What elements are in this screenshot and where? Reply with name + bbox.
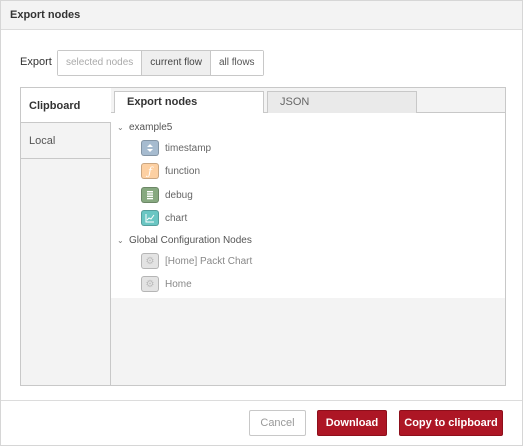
export-scope-selector: selected nodes current flow all flows [57,50,264,76]
node-label: [Home] Packt Chart [165,255,253,267]
list-icon [141,187,159,203]
config-label: Global Configuration Nodes [129,235,252,246]
dialog-titlebar: Export nodes [1,1,522,30]
node-label: chart [165,212,188,224]
copy-to-clipboard-button[interactable]: Copy to clipboard [399,410,503,436]
download-button[interactable]: Download [317,410,387,436]
chart-icon [141,210,159,226]
export-label: Export [20,56,52,68]
sidetab-clipboard[interactable]: Clipboard [21,88,111,123]
chevron-down-icon[interactable]: ⌄ [117,118,124,138]
tree-node-timestamp[interactable]: timestamp [141,139,211,157]
export-all-flows-option[interactable]: all flows [210,51,263,75]
export-view-tabs: Export nodes JSON [111,88,505,114]
tree-node-function[interactable]: ƒ function [141,162,200,180]
tree-flow-row[interactable]: ⌄ example5 [111,118,505,138]
tree-node-config-packt-chart[interactable]: ⚙ [Home] Packt Chart [141,252,252,270]
tab-json[interactable]: JSON [267,91,417,113]
dialog-footer: Cancel Download Copy to clipboard [1,400,522,445]
tree-node-chart[interactable]: chart [141,209,187,227]
export-selected-nodes-option[interactable]: selected nodes [58,51,143,75]
sidetab-local[interactable]: Local [21,123,110,159]
node-label: debug [165,189,193,201]
gear-icon: ⚙ [141,253,159,269]
node-tree: ⌄ example5 timestamp ƒ function debug ch… [111,113,505,298]
export-current-flow-option[interactable]: current flow [142,51,211,75]
tree-node-config-home[interactable]: ⚙ Home [141,275,192,293]
tab-export-nodes[interactable]: Export nodes [114,91,264,114]
flow-label: example5 [129,122,173,133]
node-label: Home [165,278,192,290]
tree-node-debug[interactable]: debug [141,186,193,204]
arrows-icon [141,140,159,156]
dialog-title: Export nodes [10,9,81,21]
function-icon: ƒ [141,163,159,179]
cancel-button[interactable]: Cancel [249,410,306,436]
node-label: timestamp [165,142,212,154]
gear-icon: ⚙ [141,276,159,292]
tree-config-row[interactable]: ⌄ Global Configuration Nodes [111,231,505,251]
export-destination-tabs: Clipboard Local [21,88,111,385]
export-panel: Clipboard Local Export nodes JSON ⌄ exam… [20,87,506,386]
export-content: Export nodes JSON ⌄ example5 timestamp ƒ [111,88,505,385]
export-dialog: Export nodes Export selected nodes curre… [0,0,523,446]
node-label: function [165,165,201,177]
chevron-down-icon[interactable]: ⌄ [117,231,124,251]
